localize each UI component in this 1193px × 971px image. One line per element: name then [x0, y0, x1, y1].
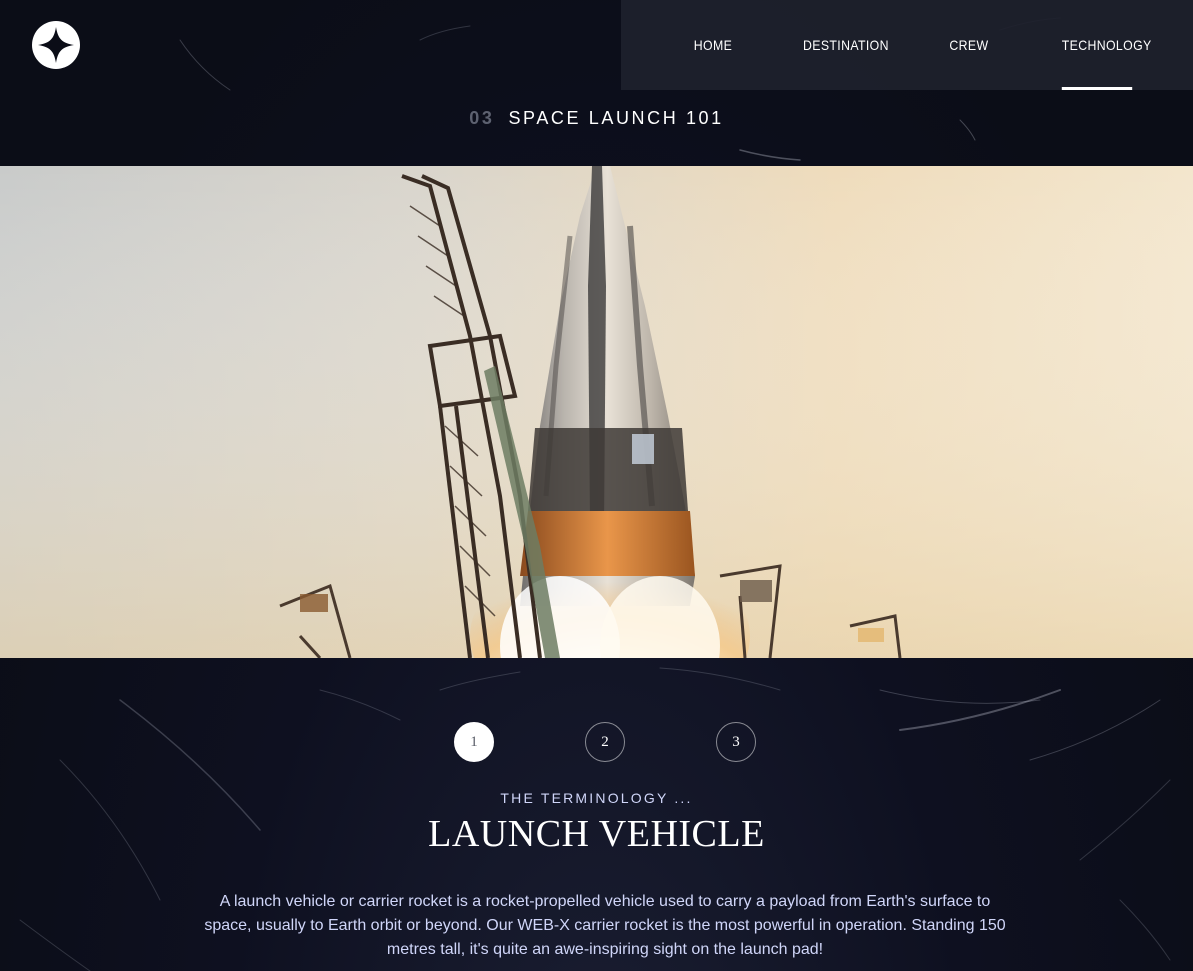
technology-description: A launch vehicle or carrier rocket is a …: [204, 893, 1006, 958]
main-nav: HOME DESTINATION CREW TECHNOLOGY: [621, 0, 1193, 90]
section-title: SPACE LAUNCH 101: [508, 108, 724, 128]
pager-button-3[interactable]: 3: [716, 722, 756, 762]
terminology-eyebrow: THE TERMINOLOGY ...: [500, 790, 693, 806]
section-heading: 03 SPACE LAUNCH 101: [0, 108, 1193, 129]
nav-item-crew[interactable]: CREW: [949, 0, 988, 90]
nav-item-home[interactable]: HOME: [694, 0, 733, 90]
technology-title: LAUNCH VEHICLE: [428, 813, 765, 855]
launch-vehicle-image: [0, 166, 1193, 658]
section-number: 03: [469, 108, 495, 128]
pager-button-1[interactable]: 1: [454, 722, 494, 762]
technology-pager: 1 2 3: [0, 722, 1193, 762]
nav-item-technology[interactable]: TECHNOLOGY: [1061, 0, 1151, 90]
nav-item-destination[interactable]: DESTINATION: [803, 0, 888, 90]
star-logo-icon[interactable]: [32, 21, 80, 69]
header: HOME DESTINATION CREW TECHNOLOGY: [0, 0, 1193, 90]
page: HOME DESTINATION CREW TECHNOLOGY 03 SPACE…: [0, 0, 1193, 971]
pager-button-2[interactable]: 2: [585, 722, 625, 762]
